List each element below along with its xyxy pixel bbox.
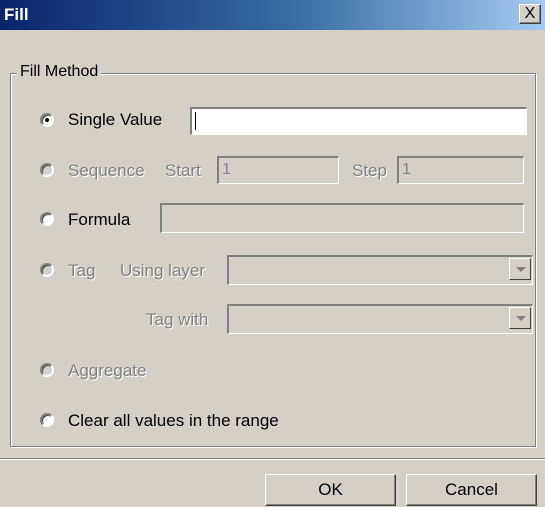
close-icon: X — [524, 5, 536, 22]
sequence-start-label: Start — [165, 161, 201, 180]
radio-selected-dot — [45, 118, 49, 122]
single-value-label[interactable]: Single Value — [68, 110, 162, 130]
sequence-step-label: Step — [352, 161, 387, 180]
close-button[interactable]: X — [519, 4, 541, 24]
sequence-step-input[interactable]: 1 — [397, 156, 524, 184]
tag-with-combobox[interactable] — [227, 304, 533, 334]
sequence-start-input[interactable]: 1 — [217, 156, 339, 184]
clear-values-label[interactable]: Clear all values in the range — [68, 411, 279, 431]
sequence-radio[interactable] — [40, 163, 54, 177]
tag-with-label: Tag with — [146, 310, 209, 329]
dialog-divider — [0, 458, 545, 460]
chevron-down-icon — [516, 267, 526, 272]
group-legend: Fill Method — [17, 63, 102, 81]
ok-button[interactable]: OK — [265, 474, 396, 506]
cancel-button[interactable]: Cancel — [406, 474, 537, 506]
formula-radio[interactable] — [40, 212, 54, 226]
using-layer-label: Using layer — [120, 261, 206, 280]
window-title: Fill — [4, 5, 29, 24]
formula-input[interactable] — [160, 203, 524, 233]
using-layer-combobox[interactable] — [227, 255, 533, 285]
single-value-input[interactable] — [190, 107, 527, 135]
clear-values-radio[interactable] — [40, 413, 54, 427]
single-value-radio[interactable] — [40, 113, 54, 127]
text-caret — [195, 111, 196, 130]
formula-label[interactable]: Formula — [68, 210, 130, 230]
tag-radio[interactable] — [40, 263, 54, 277]
aggregate-radio[interactable] — [40, 363, 54, 377]
chevron-down-icon — [516, 316, 526, 321]
tag-label: Tag — [68, 261, 96, 280]
title-bar: Fill X — [0, 0, 545, 30]
using-layer-dropdown-button[interactable] — [509, 258, 531, 280]
aggregate-label: Aggregate — [68, 361, 147, 380]
sequence-label: Sequence — [68, 161, 145, 180]
tag-with-dropdown-button[interactable] — [509, 307, 531, 329]
